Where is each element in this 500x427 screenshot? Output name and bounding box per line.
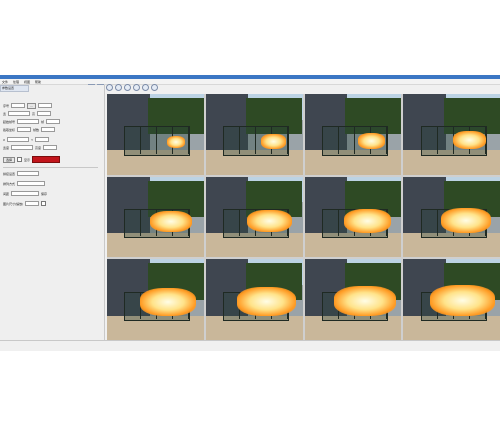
- frame-thumbnail[interactable]: [304, 176, 402, 258]
- group-label: 拼接设置: [3, 171, 16, 176]
- frame-thumbnail[interactable]: [205, 176, 303, 258]
- parameter-panel: 参数设置 序号 … 宽 高 起始帧号 帧 截取坐标 帧数 X Y 宽度 高度 选…: [0, 85, 105, 350]
- param-label: 帧数: [33, 127, 40, 132]
- frame-thumbnail[interactable]: [304, 94, 402, 175]
- frame-count-field[interactable]: [41, 126, 56, 133]
- start-frame-field[interactable]: [17, 118, 40, 125]
- status-bar: [0, 340, 500, 351]
- menu-help[interactable]: 帮助: [35, 80, 41, 84]
- y-field[interactable]: [34, 136, 49, 143]
- height-field[interactable]: [37, 110, 52, 117]
- rotate-icon[interactable]: [124, 84, 131, 91]
- frame-thumbnail[interactable]: [107, 94, 204, 175]
- spacing-row: 间距 保存: [3, 190, 47, 197]
- apply-small-button[interactable]: …: [27, 102, 37, 109]
- param-label: 起始帧号: [3, 119, 16, 124]
- apply-button[interactable]: 选择: [3, 156, 16, 163]
- frame-thumbnail[interactable]: [403, 259, 500, 340]
- menu-view[interactable]: 视图: [24, 80, 30, 84]
- frame-grid: [107, 94, 500, 340]
- frame-thumbnail[interactable]: [205, 94, 303, 175]
- panel-tab[interactable]: 参数设置: [0, 85, 29, 92]
- crop-width-field[interactable]: [11, 144, 34, 151]
- toolbar: [88, 84, 500, 91]
- param-label: 序号: [3, 103, 10, 108]
- spacing-field[interactable]: [11, 190, 40, 197]
- crop-height-field[interactable]: [43, 144, 58, 151]
- layout-select[interactable]: [17, 180, 46, 187]
- play-icon[interactable]: [133, 84, 140, 91]
- width-field[interactable]: [8, 110, 31, 117]
- param-row-start: 起始帧号 帧: [3, 118, 61, 125]
- group-row: 拼接设置: [3, 170, 40, 177]
- param-label: 高度: [35, 145, 42, 150]
- settings-icon[interactable]: [151, 84, 158, 91]
- param-row-xy: X Y: [3, 136, 49, 143]
- scale-checkbox[interactable]: [41, 201, 47, 206]
- save-label[interactable]: 保存: [41, 192, 47, 196]
- param-row-size: 宽 高: [3, 110, 52, 117]
- layout-label: 排列方式: [3, 181, 16, 186]
- checkbox-label: 显示: [24, 157, 31, 162]
- x-field[interactable]: [7, 136, 30, 143]
- param-label: X: [3, 137, 6, 142]
- stop-icon[interactable]: [142, 84, 149, 91]
- param-label: 高: [32, 111, 36, 116]
- divider: [3, 167, 98, 168]
- zoom-in-icon[interactable]: [106, 84, 113, 91]
- param-label: Y: [31, 137, 33, 142]
- frame-thumbnail[interactable]: [304, 259, 402, 340]
- scale-field[interactable]: [25, 200, 40, 207]
- app-window: 文件 处理 视图 帮助 参数设置 序号 … 宽 高 起始帧号 帧 截取坐标 帧数…: [0, 75, 500, 351]
- group-select[interactable]: [17, 170, 40, 177]
- param-row-wh: 宽度 高度: [3, 144, 58, 151]
- param-row-crop: 截取坐标 帧数: [3, 126, 56, 133]
- frame-thumbnail[interactable]: [205, 259, 303, 340]
- show-checkbox[interactable]: [17, 157, 23, 162]
- menu-file[interactable]: 文件: [2, 80, 8, 84]
- param-label: 宽: [3, 111, 7, 116]
- scale-row: 图片尺寸(缩放): [3, 200, 47, 207]
- param-label: 截取坐标: [3, 127, 16, 132]
- frame-field[interactable]: [46, 118, 61, 125]
- zoom-out-icon[interactable]: [115, 84, 122, 91]
- frame-thumbnail[interactable]: [403, 176, 500, 258]
- apply-row: 选择 显示: [3, 156, 61, 163]
- index-field[interactable]: [11, 102, 26, 109]
- index-aux-field[interactable]: [38, 102, 53, 109]
- param-row-index: 序号 …: [3, 102, 53, 109]
- frame-thumbnail[interactable]: [107, 176, 204, 258]
- menu-process[interactable]: 处理: [13, 80, 19, 84]
- scale-label: 图片尺寸(缩放): [3, 201, 24, 206]
- param-label: 帧: [41, 119, 45, 124]
- frame-thumbnail[interactable]: [107, 259, 204, 340]
- frame-thumbnail[interactable]: [403, 94, 500, 175]
- param-label: 宽度: [3, 145, 10, 150]
- crop-field[interactable]: [17, 126, 32, 133]
- color-swatch[interactable]: [32, 156, 61, 163]
- spacing-label: 间距: [3, 191, 10, 196]
- layout-row: 排列方式: [3, 180, 46, 187]
